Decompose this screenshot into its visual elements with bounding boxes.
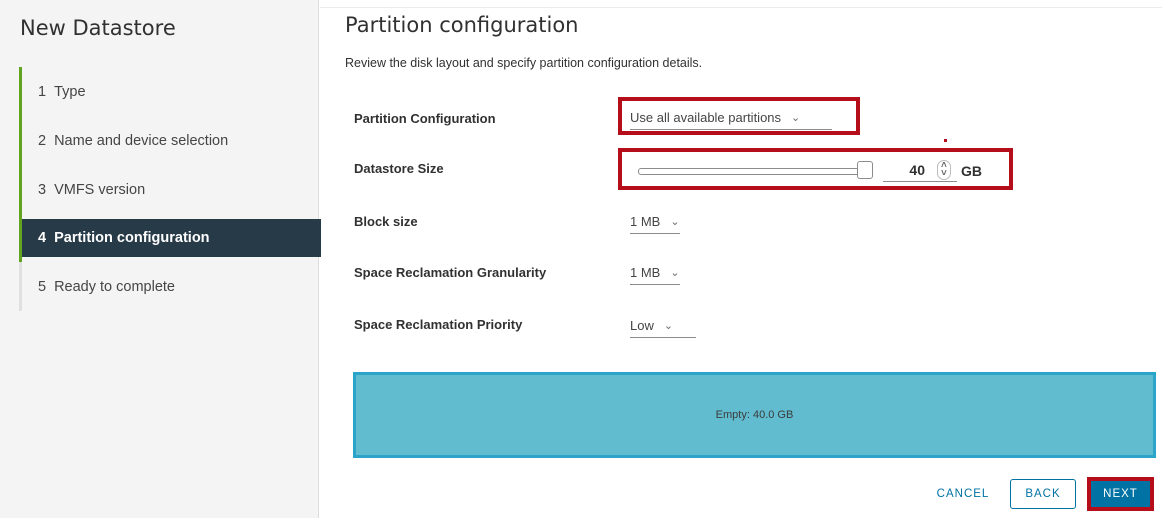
step-label: Ready to complete [54, 278, 175, 295]
cancel-button[interactable]: CANCEL [927, 479, 999, 509]
reclaim-granularity-select[interactable]: 1 MB ⌄ [630, 265, 680, 285]
step-label: Type [54, 83, 86, 100]
partition-config-label: Partition Configuration [354, 111, 496, 126]
step-partition-configuration[interactable]: 4 Partition configuration [22, 219, 321, 257]
reclaim-priority-label: Space Reclamation Priority [354, 317, 523, 332]
step-type[interactable]: 1 Type [22, 67, 321, 116]
datastore-size-label: Datastore Size [354, 161, 444, 176]
block-size-select[interactable]: 1 MB ⌄ [630, 214, 680, 234]
chevron-down-icon: ⌄ [670, 267, 680, 279]
step-name-and-device[interactable]: 2 Name and device selection [22, 116, 321, 165]
disk-layout-bar: Empty: 40.0 GB [353, 372, 1156, 458]
step-number: 2 [38, 132, 47, 149]
step-vmfs-version[interactable]: 3 VMFS version [22, 165, 321, 214]
step-label: VMFS version [54, 181, 146, 198]
step-label: Partition configuration [54, 230, 210, 246]
red-marker [944, 139, 947, 142]
step-number: 4 [38, 230, 47, 246]
reclaim-granularity-value: 1 MB [630, 265, 661, 280]
step-ready-to-complete[interactable]: 5 Ready to complete [22, 262, 321, 311]
wizard-sidebar: New Datastore 1 Type 2 Name and device s… [0, 0, 321, 518]
step-number: 1 [38, 83, 47, 100]
highlight-partition-config [618, 97, 860, 135]
reclaim-priority-select[interactable]: Low ⌄ [630, 318, 696, 338]
chevron-down-icon: ⌄ [670, 216, 680, 228]
disk-layout-label: Empty: 40.0 GB [715, 409, 794, 421]
reclaim-priority-value: Low [630, 318, 654, 333]
block-size-value: 1 MB [630, 214, 661, 229]
highlight-datastore-size [618, 148, 1013, 190]
page-title: Partition configuration [345, 13, 579, 37]
wizard-title: New Datastore [20, 16, 176, 40]
next-button[interactable]: NEXT [1087, 477, 1154, 511]
step-number: 3 [38, 181, 47, 198]
wizard-steps-remaining: 5 Ready to complete [19, 262, 321, 311]
step-number: 5 [38, 278, 47, 295]
page-subtitle: Review the disk layout and specify parti… [345, 56, 703, 70]
chevron-down-icon: ⌄ [663, 320, 674, 332]
reclaim-granularity-label: Space Reclamation Granularity [354, 265, 547, 280]
wizard-steps: 1 Type 2 Name and device selection 3 VMF… [19, 67, 321, 263]
block-size-label: Block size [354, 214, 418, 229]
step-label: Name and device selection [54, 132, 229, 149]
back-button[interactable]: BACK [1010, 479, 1076, 509]
